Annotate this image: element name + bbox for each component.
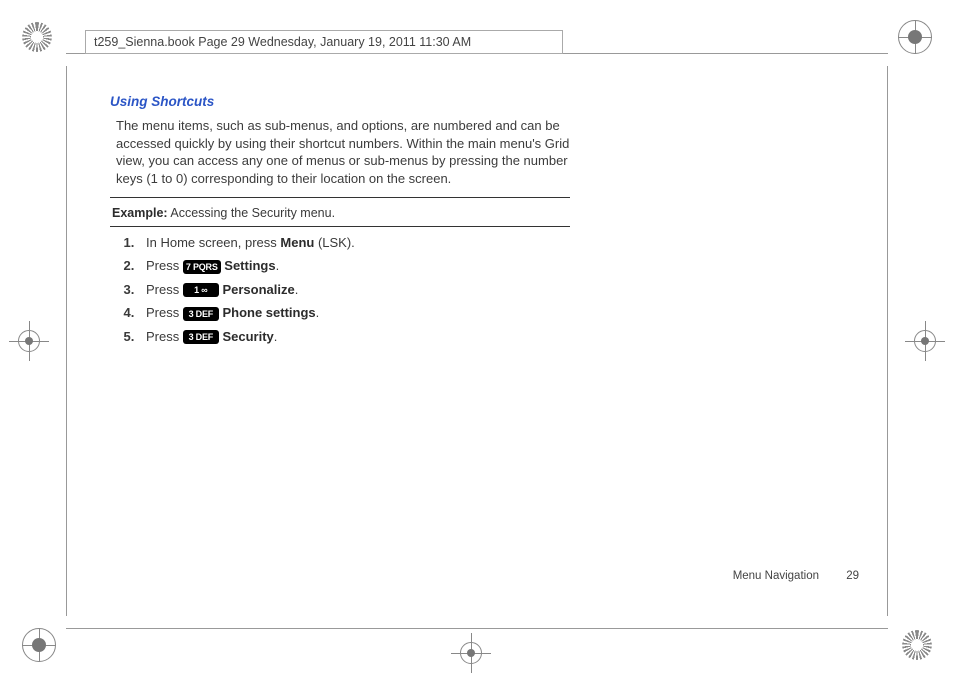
footer-page-number: 29 — [846, 570, 859, 582]
crop-mark-mid-bottom — [460, 642, 482, 664]
crop-guide-right — [887, 66, 888, 616]
crop-mark-mid-right — [914, 330, 936, 352]
header-file-info: t259_Sienna.book Page 29 Wednesday, Janu… — [85, 30, 563, 54]
step-1: In Home screen, press Menu (LSK). — [138, 235, 570, 250]
crop-mark-mid-left — [18, 330, 40, 352]
crop-mark-sunburst-tl — [22, 22, 52, 52]
header-file-text: t259_Sienna.book Page 29 Wednesday, Janu… — [94, 35, 471, 49]
key-1-icon: 1 ∞ — [183, 283, 219, 297]
key-3-icon: 3 DEF — [183, 307, 219, 321]
divider-top — [110, 197, 570, 198]
content-column: Using Shortcuts The menu items, such as … — [110, 94, 570, 352]
crop-mark-sunburst-br — [902, 630, 932, 660]
page-footer: Menu Navigation 29 — [733, 570, 859, 582]
steps-list: In Home screen, press Menu (LSK). Press … — [110, 235, 570, 344]
crop-guide-left — [66, 66, 67, 616]
example-label: Example: — [112, 206, 168, 220]
step-3: Press 1 ∞ Personalize. — [138, 282, 570, 298]
example-text: Accessing the Security menu. — [168, 206, 335, 220]
intro-paragraph: The menu items, such as sub-menus, and o… — [110, 117, 570, 187]
example-line: Example: Accessing the Security menu. — [110, 204, 570, 224]
crop-mark-registration-bl — [22, 628, 56, 662]
key-7-icon: 7 PQRS — [183, 260, 221, 274]
divider-bottom — [110, 226, 570, 227]
section-heading: Using Shortcuts — [110, 94, 570, 109]
crop-guide-bottom — [66, 628, 888, 629]
step-5: Press 3 DEF Security. — [138, 329, 570, 345]
footer-section-name: Menu Navigation — [733, 570, 819, 582]
key-3-icon: 3 DEF — [183, 330, 219, 344]
crop-mark-registration-tr — [898, 20, 932, 54]
step-2: Press 7 PQRS Settings. — [138, 258, 570, 274]
page: t259_Sienna.book Page 29 Wednesday, Janu… — [0, 0, 954, 682]
step-4: Press 3 DEF Phone settings. — [138, 305, 570, 321]
